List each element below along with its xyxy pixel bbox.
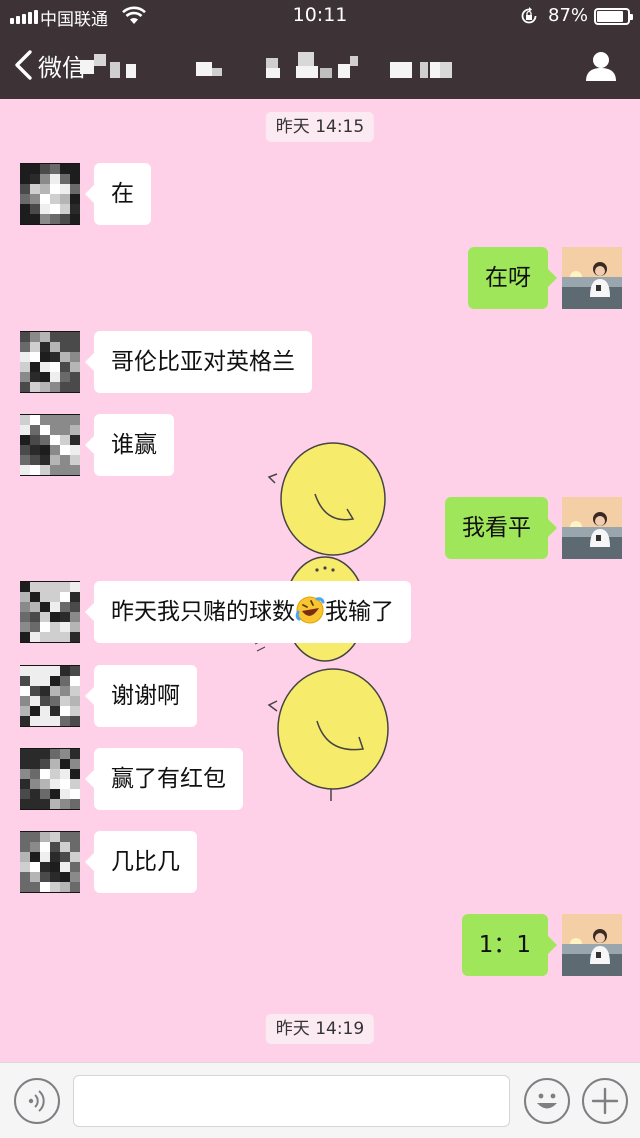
battery-icon: [594, 8, 633, 25]
status-bar: 中国联通 10:11 87%: [0, 0, 640, 32]
timestamp: 昨天 14:19: [265, 1014, 375, 1044]
friend-avatar[interactable]: [20, 748, 80, 810]
voice-icon: [28, 1090, 45, 1112]
rofl-emoji-icon: [295, 596, 325, 624]
person-icon[interactable]: [584, 49, 618, 83]
message-bubble-received[interactable]: 昨天我只赌的球数 我输了: [85, 581, 411, 643]
chat-area[interactable]: 昨天 14:15 昨天 14:19 在 在呀 哥伦比亚对英格兰 谁赢 我看平 昨…: [0, 99, 640, 1062]
status-time: 10:11: [292, 4, 348, 26]
message-bubble-received[interactable]: 几比几: [85, 831, 197, 893]
my-avatar[interactable]: [562, 497, 622, 559]
my-avatar[interactable]: [562, 247, 622, 309]
emoji-icon: [537, 1093, 557, 1109]
back-label: 微信: [38, 53, 86, 82]
message-text: 我输了: [325, 599, 394, 625]
message-bubble-received[interactable]: 哥伦比亚对英格兰: [85, 331, 312, 393]
timestamp: 昨天 14:15: [265, 112, 375, 142]
chevron-left-icon: [15, 50, 32, 80]
back-button[interactable]: 微信: [12, 48, 86, 82]
battery-percent: 87%: [548, 5, 589, 26]
nav-bar: 微信: [0, 32, 640, 99]
voice-button[interactable]: [14, 1078, 60, 1124]
message-bubble-sent[interactable]: 我看平: [445, 497, 557, 559]
friend-avatar[interactable]: [20, 331, 80, 393]
message-input[interactable]: [73, 1075, 510, 1127]
message-bubble-sent[interactable]: 1：1: [461, 914, 558, 976]
redacted-chat-title: [80, 52, 460, 82]
header: 中国联通 10:11 87% 微信: [0, 0, 640, 99]
plus-icon: [591, 1087, 619, 1115]
friend-avatar[interactable]: [20, 163, 80, 225]
my-avatar-photo: [562, 497, 622, 559]
input-bar: [0, 1062, 640, 1138]
my-avatar-photo: [562, 914, 622, 976]
friend-avatar[interactable]: [20, 414, 80, 476]
message-bubble-received[interactable]: 谢谢啊: [85, 665, 197, 727]
emoji-button[interactable]: [524, 1078, 570, 1124]
my-avatar-photo: [562, 247, 622, 309]
message-bubble-received[interactable]: 赢了有红包: [85, 748, 243, 810]
friend-avatar[interactable]: [20, 665, 80, 727]
message-bubble-received[interactable]: 在: [85, 163, 151, 225]
message-bubble-received[interactable]: 谁赢: [85, 414, 174, 476]
plus-button[interactable]: [582, 1078, 628, 1124]
message-text: 昨天我只赌的球数: [111, 599, 295, 625]
rotation-lock-icon: [521, 7, 537, 24]
friend-avatar[interactable]: [20, 831, 80, 893]
friend-avatar[interactable]: [20, 581, 80, 643]
battery-fill: [597, 11, 624, 22]
message-bubble-sent[interactable]: 在呀: [468, 247, 557, 309]
my-avatar[interactable]: [562, 914, 622, 976]
